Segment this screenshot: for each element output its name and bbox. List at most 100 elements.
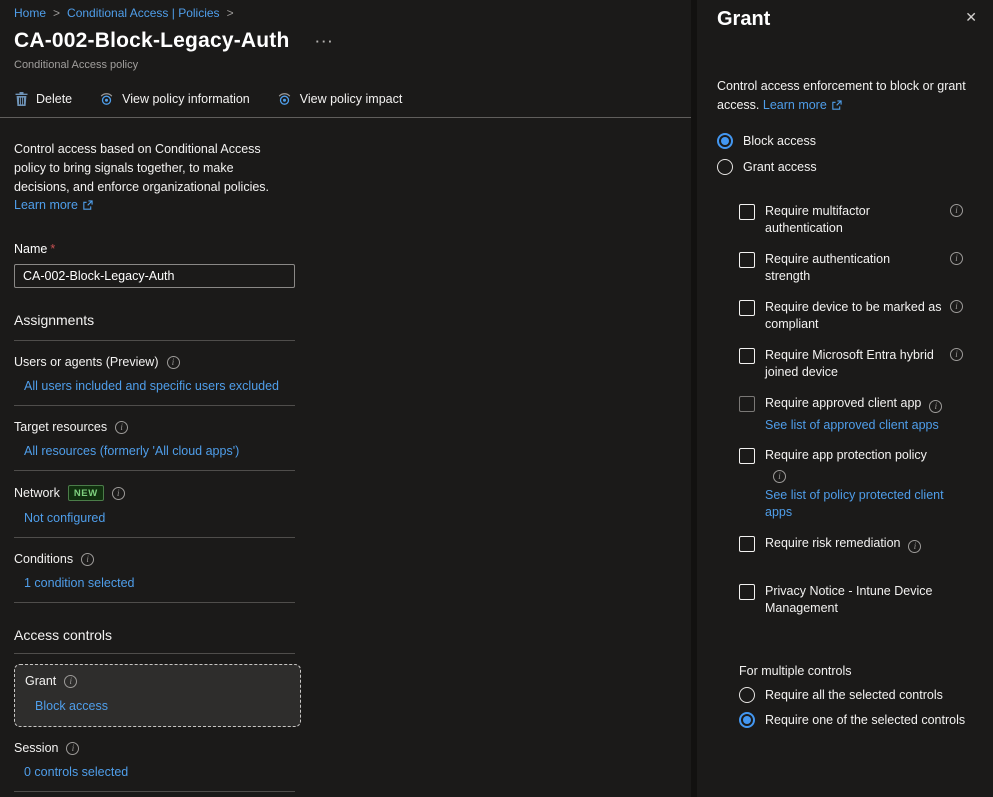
checkbox-label[interactable]: Require device to be marked as compliant bbox=[765, 299, 945, 334]
target-resources-link[interactable]: All resources (formerly 'All cloud apps'… bbox=[24, 444, 239, 458]
users-field-link[interactable]: All users included and specific users ex… bbox=[24, 379, 279, 393]
info-icon[interactable]: i bbox=[112, 487, 125, 500]
checkbox[interactable] bbox=[739, 584, 755, 600]
checkbox-label[interactable]: Require approved client appi bbox=[765, 395, 942, 413]
checkbox-label[interactable]: Require multifactor authentication bbox=[765, 203, 927, 238]
checkbox[interactable] bbox=[739, 536, 755, 552]
info-icon[interactable]: i bbox=[950, 348, 963, 361]
session-label: Session bbox=[14, 741, 58, 755]
multiple-controls-label: For multiple controls bbox=[739, 664, 979, 678]
radio-button[interactable] bbox=[717, 159, 733, 175]
block-access-radio-row[interactable]: Block access bbox=[717, 133, 979, 149]
checkbox[interactable] bbox=[739, 252, 755, 268]
session-link[interactable]: 0 controls selected bbox=[24, 765, 128, 779]
conditions-field: Conditions i 1 condition selected bbox=[14, 552, 677, 603]
target-resources-label: Target resources bbox=[14, 420, 107, 434]
checkbox[interactable] bbox=[739, 300, 755, 316]
checkbox-label[interactable]: Require authentication strength bbox=[765, 251, 927, 286]
divider bbox=[14, 602, 295, 603]
control-row-hybrid-joined: Require Microsoft Entra hybrid joined de… bbox=[739, 347, 979, 382]
control-row-compliant-device: Require device to be marked as compliant… bbox=[739, 299, 979, 334]
checkbox[interactable] bbox=[739, 396, 755, 412]
info-icon[interactable]: i bbox=[950, 204, 963, 217]
learn-more-link[interactable]: Learn more bbox=[14, 198, 93, 212]
page-title: CA-002-Block-Legacy-Auth bbox=[14, 29, 290, 53]
title-row: CA-002-Block-Legacy-Auth ··· bbox=[14, 29, 677, 53]
info-icon[interactable]: i bbox=[64, 675, 77, 688]
page-subtitle: Conditional Access policy bbox=[14, 59, 677, 71]
divider bbox=[14, 791, 295, 792]
info-icon[interactable]: i bbox=[167, 356, 180, 369]
grant-card-label: Grant bbox=[25, 674, 56, 688]
multiple-controls-group: For multiple controls Require all the se… bbox=[717, 664, 979, 728]
checkbox[interactable] bbox=[739, 348, 755, 364]
control-row-privacy-notice: Privacy Notice - Intune Device Managemen… bbox=[739, 583, 979, 618]
users-field: Users or agents (Preview) i All users in… bbox=[14, 355, 677, 406]
session-field: Session i 0 controls selected bbox=[14, 741, 677, 792]
radio-label[interactable]: Grant access bbox=[743, 160, 817, 174]
external-link-icon bbox=[831, 100, 842, 111]
conditions-label: Conditions bbox=[14, 552, 73, 566]
radio-button[interactable] bbox=[739, 687, 755, 703]
grant-access-radio-row[interactable]: Grant access bbox=[717, 159, 979, 175]
pane-learn-more-label: Learn more bbox=[763, 96, 827, 115]
toolbar: Delete View policy information View poli… bbox=[14, 89, 677, 109]
radio-label[interactable]: Require one of the selected controls bbox=[765, 713, 965, 727]
users-field-label: Users or agents (Preview) bbox=[14, 355, 159, 369]
required-asterisk: * bbox=[50, 242, 55, 256]
network-label: Network bbox=[14, 486, 60, 500]
control-row-auth-strength: Require authentication strength i bbox=[739, 251, 979, 286]
breadcrumb-policies-link[interactable]: Conditional Access | Policies bbox=[67, 6, 220, 20]
radio-button[interactable] bbox=[717, 133, 733, 149]
name-input[interactable] bbox=[14, 264, 295, 288]
divider bbox=[14, 653, 295, 654]
delete-button-label: Delete bbox=[36, 92, 72, 106]
checkbox[interactable] bbox=[739, 448, 755, 464]
pane-description: Control access enforcement to block or g… bbox=[717, 77, 973, 115]
view-policy-impact-button[interactable]: View policy impact bbox=[276, 91, 403, 107]
info-icon[interactable]: i bbox=[81, 553, 94, 566]
checkbox-label[interactable]: Privacy Notice - Intune Device Managemen… bbox=[765, 583, 945, 618]
assignments-section-header: Assignments bbox=[14, 312, 677, 328]
info-icon[interactable]: i bbox=[908, 540, 921, 553]
breadcrumb-home-link[interactable]: Home bbox=[14, 6, 46, 20]
info-icon[interactable]: i bbox=[929, 400, 942, 413]
breadcrumb: Home > Conditional Access | Policies > bbox=[14, 6, 677, 20]
checkbox-label[interactable]: Require app protection policyi bbox=[765, 447, 945, 483]
new-badge: NEW bbox=[68, 485, 104, 501]
policy-editor-panel: Home > Conditional Access | Policies > C… bbox=[0, 0, 691, 797]
info-icon[interactable]: i bbox=[950, 252, 963, 265]
view-policy-impact-label: View policy impact bbox=[300, 92, 403, 106]
name-field-label: Name* bbox=[14, 242, 677, 256]
approved-client-apps-link[interactable]: See list of approved client apps bbox=[765, 417, 942, 435]
checkbox-label[interactable]: Require risk remediationi bbox=[765, 535, 921, 553]
close-icon[interactable]: ✕ bbox=[963, 6, 979, 28]
grant-card-link[interactable]: Block access bbox=[35, 699, 108, 713]
network-link[interactable]: Not configured bbox=[24, 511, 105, 525]
require-one-radio-row[interactable]: Require one of the selected controls bbox=[739, 712, 979, 728]
control-row-app-protection: Require app protection policyi See list … bbox=[739, 447, 979, 522]
toolbar-divider bbox=[0, 117, 691, 118]
grant-control-card[interactable]: Grant i Block access bbox=[14, 664, 301, 727]
view-policy-information-button[interactable]: View policy information bbox=[98, 91, 250, 107]
require-all-radio-row[interactable]: Require all the selected controls bbox=[739, 687, 979, 703]
checkbox-label[interactable]: Require Microsoft Entra hybrid joined de… bbox=[765, 347, 945, 382]
radio-button[interactable] bbox=[739, 712, 755, 728]
info-icon[interactable]: i bbox=[950, 300, 963, 313]
info-icon[interactable]: i bbox=[115, 421, 128, 434]
policy-protected-apps-link[interactable]: See list of policy protected client apps bbox=[765, 487, 945, 522]
grant-context-pane: Grant ✕ Control access enforcement to bl… bbox=[691, 0, 993, 797]
pane-learn-more-link[interactable]: Learn more bbox=[763, 96, 842, 115]
divider bbox=[14, 470, 295, 471]
conditions-link[interactable]: 1 condition selected bbox=[24, 576, 135, 590]
info-icon[interactable]: i bbox=[66, 742, 79, 755]
info-icon[interactable]: i bbox=[773, 470, 786, 483]
target-resources-field: Target resources i All resources (former… bbox=[14, 420, 677, 471]
radio-label[interactable]: Block access bbox=[743, 134, 816, 148]
overflow-menu-icon[interactable]: ··· bbox=[316, 34, 335, 49]
grant-controls-list: Require multifactor authentication i Req… bbox=[717, 203, 979, 618]
delete-button[interactable]: Delete bbox=[14, 91, 72, 107]
checkbox[interactable] bbox=[739, 204, 755, 220]
control-row-risk-remediation: Require risk remediationi bbox=[739, 535, 979, 553]
radio-label[interactable]: Require all the selected controls bbox=[765, 688, 943, 702]
